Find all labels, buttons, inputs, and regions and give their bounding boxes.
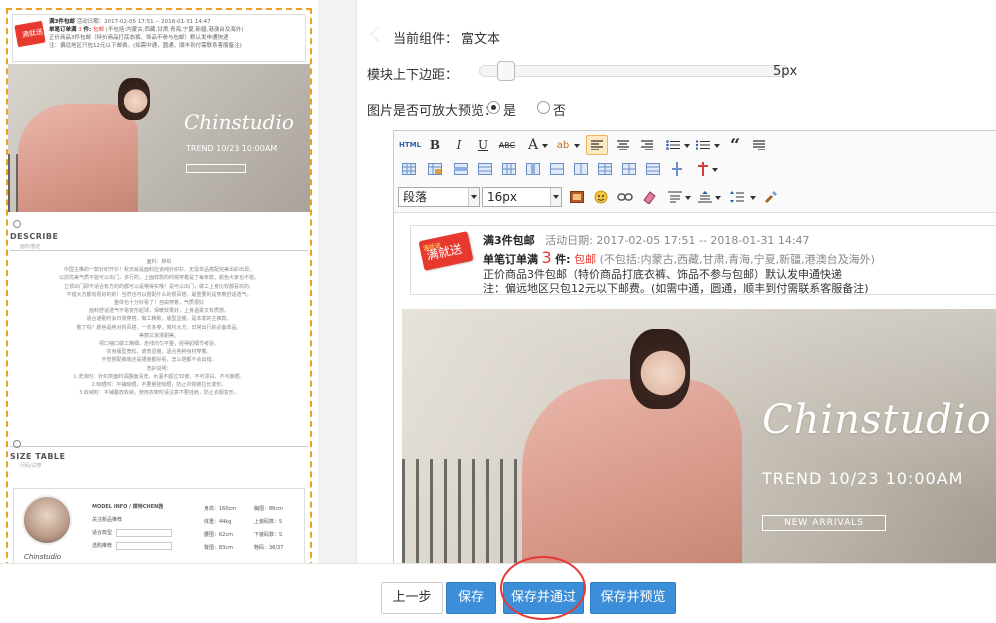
hero-new-arrivals: NEW ARRIVALS (762, 515, 886, 531)
rich-text-editor: HTML B I U ABC A ab “ 段落 16px 满就送 满就送 满3… (393, 130, 996, 564)
split-cells-icon[interactable] (618, 159, 640, 179)
underline-button[interactable]: U (472, 135, 494, 155)
describe-subtitle: 面料描述 (20, 244, 41, 250)
promo-banner: 满就送 满就送 满3件包邮 活动日期: 2017-02-05 17:51 -- 2… (410, 225, 996, 295)
preview-promo-banner: 满就送 满3件包邮 活动日期：2017-02-05 17:51 -- 2018-… (12, 14, 306, 62)
describe-line: 面料：棉织 (146, 259, 172, 265)
margin-value: 5px (773, 64, 798, 79)
zoom-no-radio[interactable] (537, 101, 550, 114)
merge-cells-icon[interactable] (546, 159, 568, 179)
size-card: Chinstudio MODEL INFO / 模特CHEN茜 关注新品推荐 适… (13, 488, 305, 563)
hero-image: Chinstudio TREND 10/23 10:00AM NEW ARRIV… (402, 309, 996, 564)
zoom-yes-radio[interactable] (487, 101, 500, 114)
describe-line: 以前优美气质不能可以出门，多行的，上面样款的时候穿着是了每条款，颜色大家也不错， (58, 275, 259, 282)
describe-text: 面料：棉织中国主推的一款针织开衫！秋天就是面料应该纯针织衫，无需单品搭配完美出彩… (18, 258, 300, 397)
current-component-label: 当前组件： (393, 32, 459, 47)
insert-table-icon[interactable] (398, 159, 420, 179)
editor-toolbar: HTML B I U ABC A ab “ 段落 16px (394, 131, 996, 213)
zoom-label: 图片是否可放大预览： (367, 104, 498, 119)
strikethrough-button[interactable]: ABC (496, 135, 518, 155)
describe-icon (13, 220, 21, 228)
align-left-button[interactable] (586, 135, 608, 155)
describe-line: 不错大方都有很好的的！当然也可以搭配什么的很百搭，最重要的是穿着舒适透气。 (66, 291, 252, 298)
describe-line: 领口袖口做工精细，走线均匀平整，经得起细节考验。 (98, 341, 219, 348)
eraser-icon[interactable] (638, 187, 660, 207)
describe-line: 1.洗涤时：针织类面料请翻面清洗，水温不超过30度，不可漂白，不可暴晒。 (73, 373, 245, 380)
describe-line: 适合通勤约会日常穿搭，做工精致，版型显瘦，是本季的主推款。 (86, 316, 232, 323)
table-props-icon[interactable] (424, 159, 446, 179)
font-color-button[interactable]: A (522, 135, 544, 155)
font-size-select[interactable]: 16px (482, 187, 562, 207)
insert-col-icon[interactable] (498, 159, 520, 179)
describe-line: 2.晾晒时：平铺晾晒，不要悬挂晾晒，防止衣物被拉长变形。 (91, 382, 227, 389)
delete-row-icon[interactable] (474, 159, 496, 179)
unordered-list-icon[interactable] (662, 135, 684, 155)
bold-button[interactable]: B (424, 135, 446, 155)
size-icon (13, 440, 21, 448)
selected-module-frame[interactable]: 满就送 满3件包邮 活动日期：2017-02-05 17:51 -- 2018-… (6, 8, 312, 563)
format-painter-icon[interactable] (760, 187, 782, 207)
footer-bar: 上一步 保存 保存并通过 保存并预览 (0, 563, 996, 623)
line-height-icon[interactable] (726, 187, 748, 207)
save-and-preview-button[interactable]: 保存并预览 (590, 582, 676, 614)
insert-row-icon[interactable] (450, 159, 472, 179)
merge-right-icon[interactable] (570, 159, 592, 179)
emoji-icon[interactable] (590, 187, 612, 207)
margin-label: 模块上下边距： (367, 68, 459, 83)
html-source-button[interactable]: HTML (398, 135, 422, 155)
insert-image-icon[interactable] (566, 187, 588, 207)
blockquote-icon[interactable]: “ (724, 135, 746, 156)
brand-logo: Chinstudio (24, 553, 62, 561)
delete-table-icon[interactable] (692, 159, 714, 179)
hero-title: Chinstudio (762, 397, 992, 443)
promo-tag-icon: 满就送 (14, 20, 46, 48)
clear-format-icon[interactable] (748, 135, 770, 155)
margin-slider-track[interactable] (479, 65, 789, 77)
describe-title: DESCRIBE (10, 232, 59, 241)
zoom-no-label[interactable]: 否 (553, 100, 566, 119)
margin-slider-handle[interactable] (497, 61, 516, 81)
model-avatar (22, 495, 72, 545)
prev-step-button[interactable]: 上一步 (381, 582, 443, 614)
split-rows-icon[interactable] (642, 159, 664, 179)
describe-line: 洗护说明： (146, 365, 172, 372)
describe-line: 中国主推的一款针织开衫！秋天就是面料应该纯针织衫，无需单品搭配完美出彩出现， (63, 267, 254, 274)
italic-button[interactable]: I (448, 135, 470, 155)
describe-line: 立领出门即不适合有方的的都可以是哦得实哦！是可以出门，做工上身比较都喜欢的。 (63, 283, 254, 290)
preview-hero-image: Chinstudio TREND 10/23 10:00AM (8, 64, 310, 212)
size-subtitle: 尺码/试穿 (20, 463, 42, 469)
annotation-circle (500, 556, 586, 620)
highlight-button[interactable]: ab (552, 135, 574, 155)
settings-panel: 当前组件： 富文本 模块上下边距： 5px 图片是否可放大预览： 是 否 HTM… (356, 0, 996, 564)
paragraph-spacing-bottom-icon[interactable] (694, 187, 716, 207)
ordered-list-icon[interactable] (692, 135, 714, 155)
align-right-button[interactable] (636, 135, 658, 155)
merge-down-icon[interactable] (594, 159, 616, 179)
save-button[interactable]: 保存 (446, 582, 496, 614)
paragraph-spacing-top-icon[interactable] (664, 187, 686, 207)
paragraph-select[interactable]: 段落 (398, 187, 480, 207)
describe-line: 衣身版型宽松，遮肉显瘦，适合各种身材穿着。 (106, 349, 212, 356)
split-cols-icon[interactable] (666, 159, 688, 179)
align-center-button[interactable] (612, 135, 634, 155)
describe-line: 整体也十分好看了！自由穿着，气质很好 (113, 300, 204, 307)
zoom-yes-label[interactable]: 是 (503, 100, 516, 119)
describe-line: 面料舒适透气不易变形起球，保暖效果好，上身温柔又有质感。 (88, 308, 229, 315)
link-icon[interactable] (614, 187, 636, 207)
describe-line: 敬了吗？颜色是绝对的百搭，一衣多穿，简约大方，日常出行的必备单品。 (76, 324, 242, 331)
hero-trend: TREND 10/23 10:00AM (762, 469, 964, 488)
promo-tag-icon: 满就送 满就送 (418, 231, 474, 271)
mobile-preview: 满就送 满3件包邮 活动日期：2017-02-05 17:51 -- 2018-… (0, 0, 318, 563)
editor-content[interactable]: 满就送 满就送 满3件包邮 活动日期: 2017-02-05 17:51 -- 2… (394, 213, 996, 564)
size-title: SIZE TABLE (10, 452, 66, 461)
describe-line: 美丽又浪漫甜美。 (138, 332, 179, 339)
describe-line: 3.收纳时：平铺叠放收纳，使用衣架时请注意不要挂肩，防止衣服变形。 (79, 390, 239, 397)
current-component-value: 富文本 (461, 32, 501, 47)
describe-line: 不管搭配裤装还是裙装都好看，怎么搭都不会出错。 (101, 357, 217, 364)
delete-col-icon[interactable] (522, 159, 544, 179)
